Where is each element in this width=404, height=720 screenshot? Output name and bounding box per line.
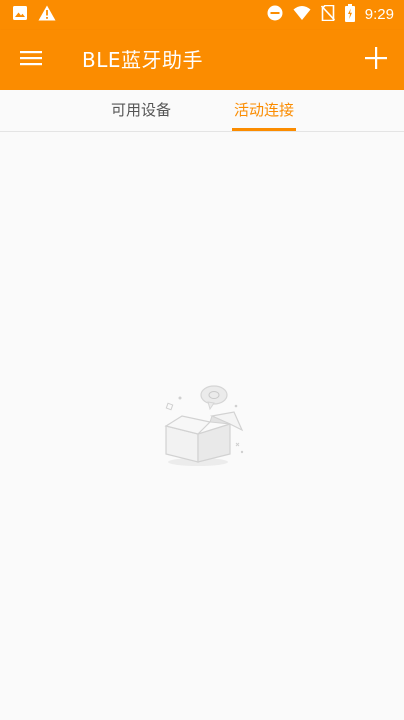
empty-state	[158, 382, 248, 468]
tab-active-connections[interactable]: 活动连接	[232, 90, 296, 131]
app-screen: 9:29 BLE蓝牙助手 可用设备 活动连接	[0, 0, 404, 720]
tab-bar: 可用设备 活动连接	[0, 90, 404, 132]
tab-indicator	[232, 128, 296, 131]
image-icon	[12, 5, 28, 25]
app-bar: BLE蓝牙助手	[0, 30, 404, 90]
status-right-icons: 9:29	[267, 4, 394, 26]
add-button[interactable]	[360, 44, 392, 76]
no-sim-icon	[320, 4, 335, 25]
tab-available-devices[interactable]: 可用设备	[107, 90, 175, 131]
status-bar: 9:29	[0, 0, 404, 30]
empty-box-icon	[158, 385, 248, 472]
plus-icon	[364, 46, 388, 74]
hamburger-menu-icon	[20, 49, 42, 71]
battery-icon	[344, 4, 355, 26]
do-not-disturb-icon	[267, 5, 283, 25]
wifi-icon	[293, 5, 311, 25]
status-left-icons	[12, 5, 56, 25]
app-title: BLE蓝牙助手	[82, 48, 203, 72]
status-time: 9:29	[364, 6, 394, 23]
warning-icon	[38, 5, 56, 25]
menu-button[interactable]	[14, 44, 48, 76]
